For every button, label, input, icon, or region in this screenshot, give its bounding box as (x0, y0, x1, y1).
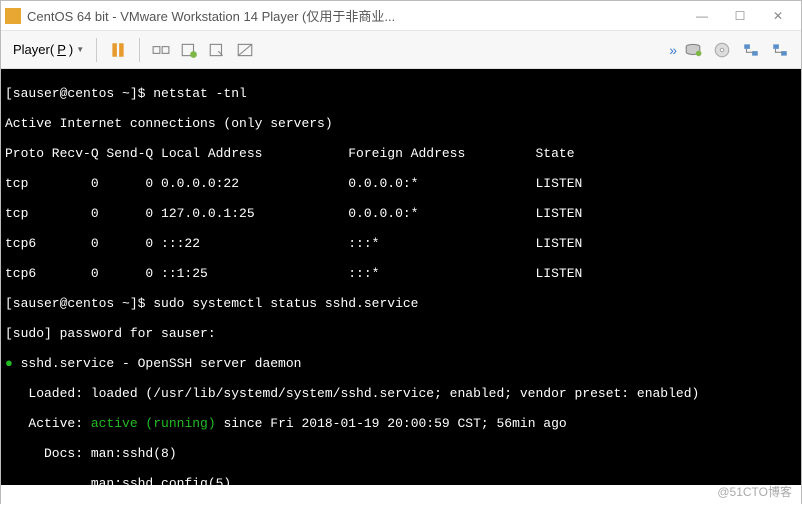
toolbar: Player(P) ▼ » (1, 31, 801, 69)
terminal-line: Docs: man:sshd(8) (5, 446, 797, 461)
manage-icon[interactable] (204, 37, 230, 63)
terminal-line: Active: active (running) since Fri 2018-… (5, 416, 797, 431)
toolbar-left: Player(P) ▼ (9, 37, 258, 63)
vmware-icon (5, 8, 21, 24)
terminal[interactable]: [sauser@centos ~]$ netstat -tnl Active I… (1, 69, 801, 485)
separator (139, 38, 140, 62)
terminal-line: [sauser@centos ~]$ netstat -tnl (5, 86, 797, 101)
terminal-line: Active Internet connections (only server… (5, 116, 797, 131)
player-label-suffix: ) (69, 42, 73, 57)
terminal-line: tcp6 0 0 ::1:25 :::* LISTEN (5, 266, 797, 281)
send-ctrl-alt-del-icon[interactable] (148, 37, 174, 63)
terminal-line: Proto Recv-Q Send-Q Local Address Foreig… (5, 146, 797, 161)
window-controls: — ☐ ✕ (683, 2, 797, 30)
hard-disk-icon[interactable] (680, 37, 706, 63)
watermark: @51CTO博客 (717, 483, 792, 500)
pause-icon[interactable] (105, 37, 131, 63)
terminal-line: [sauser@centos ~]$ sudo systemctl status… (5, 296, 797, 311)
bottom-bar (1, 485, 801, 505)
terminal-line: [sudo] password for sauser: (5, 326, 797, 341)
terminal-line: ● sshd.service - OpenSSH server daemon (5, 356, 797, 371)
cd-dvd-icon[interactable] (709, 37, 735, 63)
terminal-line: tcp 0 0 0.0.0.0:22 0.0.0.0:* LISTEN (5, 176, 797, 191)
chevron-down-icon: ▼ (76, 45, 84, 54)
fullscreen-icon[interactable] (232, 37, 258, 63)
titlebar: CentOS 64 bit - VMware Workstation 14 Pl… (1, 1, 801, 31)
player-hotkey: P (57, 42, 66, 57)
separator (96, 38, 97, 62)
active-label: Active: (5, 416, 91, 431)
toolbar-right: » (669, 37, 793, 63)
active-since: since Fri 2018-01-19 20:00:59 CST; 56min… (216, 416, 567, 431)
terminal-line: Loaded: loaded (/usr/lib/systemd/system/… (5, 386, 797, 401)
snapshot-icon[interactable] (176, 37, 202, 63)
player-label-prefix: Player( (13, 42, 54, 57)
terminal-line: tcp6 0 0 :::22 :::* LISTEN (5, 236, 797, 251)
network-adapter2-icon[interactable] (767, 37, 793, 63)
player-menu-button[interactable]: Player(P) ▼ (9, 40, 88, 59)
close-button[interactable]: ✕ (759, 2, 797, 30)
network-adapter-icon[interactable] (738, 37, 764, 63)
maximize-button[interactable]: ☐ (721, 2, 759, 30)
collapse-icon[interactable]: » (669, 42, 677, 58)
minimize-button[interactable]: — (683, 2, 721, 30)
window-title: CentOS 64 bit - VMware Workstation 14 Pl… (27, 6, 683, 25)
service-name: sshd.service - OpenSSH server daemon (21, 356, 302, 371)
status-dot-icon: ● (5, 356, 21, 371)
terminal-line: tcp 0 0 127.0.0.1:25 0.0.0.0:* LISTEN (5, 206, 797, 221)
active-status: active (running) (91, 416, 216, 431)
terminal-line: man:sshd_config(5) (5, 476, 797, 485)
